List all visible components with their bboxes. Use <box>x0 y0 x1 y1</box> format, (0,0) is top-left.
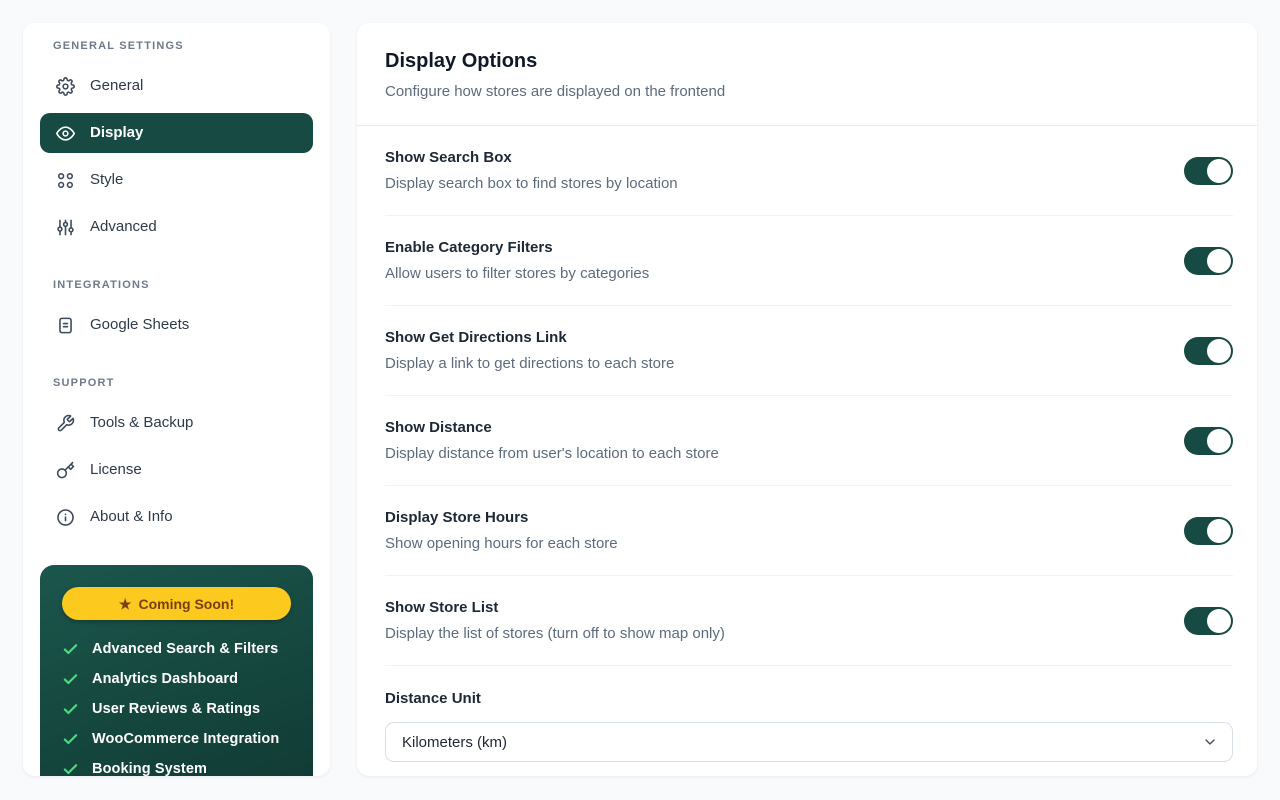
sidebar-section: GENERAL SETTINGS General Display Style A… <box>40 40 313 247</box>
sidebar-item-tools-backup[interactable]: Tools & Backup <box>40 403 313 443</box>
setting-row-show-get-directions-link: Show Get Directions Link Display a link … <box>357 306 1257 396</box>
grid-icon <box>55 170 75 190</box>
setting-row-display-store-hours: Display Store Hours Show opening hours f… <box>357 486 1257 576</box>
settings-sidebar: GENERAL SETTINGS General Display Style A… <box>23 23 330 776</box>
sliders-icon <box>55 217 75 237</box>
check-icon <box>62 671 79 688</box>
star-icon: ★ <box>118 595 132 612</box>
check-icon <box>62 641 79 658</box>
coming-soon-promo-card: ★ Coming Soon! Advanced Search & Filters… <box>40 565 313 776</box>
toggle-display-store-hours[interactable] <box>1184 517 1233 545</box>
sidebar-item-general[interactable]: General <box>40 66 313 106</box>
sidebar-section-heading: GENERAL SETTINGS <box>53 40 184 52</box>
page-title: Display Options <box>385 50 538 72</box>
toggle-knob <box>1207 339 1231 363</box>
tools-icon <box>55 413 75 433</box>
distance-unit-label: Distance Unit <box>385 690 481 707</box>
check-icon <box>62 701 79 718</box>
info-icon <box>55 507 75 527</box>
page-subtitle: Configure how stores are displayed on th… <box>385 83 726 100</box>
gear-icon <box>55 76 75 96</box>
promo-feature-item: Advanced Search & Filters <box>62 634 291 664</box>
setting-row-show-search-box: Show Search Box Display search box to fi… <box>357 126 1257 216</box>
promo-feature-item: Booking System <box>62 754 291 776</box>
chevron-down-icon <box>1202 734 1218 750</box>
setting-row-show-distance: Show Distance Display distance from user… <box>357 396 1257 486</box>
toggle-knob <box>1207 519 1231 543</box>
sidebar-item-style[interactable]: Style <box>40 160 313 200</box>
promo-feature-item: WooCommerce Integration <box>62 724 291 754</box>
eye-icon <box>55 123 75 143</box>
toggle-show-search-box[interactable] <box>1184 157 1233 185</box>
check-icon <box>62 761 79 777</box>
toggle-knob <box>1207 429 1231 453</box>
sidebar-item-about-info[interactable]: About & Info <box>40 497 313 537</box>
sidebar-item-google-sheets[interactable]: Google Sheets <box>40 305 313 345</box>
sidebar-item-display[interactable]: Display <box>40 113 313 153</box>
setting-row-enable-category-filters: Enable Category Filters Allow users to f… <box>357 216 1257 306</box>
check-icon <box>62 731 79 748</box>
toggle-show-distance[interactable] <box>1184 427 1233 455</box>
document-icon <box>55 315 75 335</box>
setting-row-show-store-list: Show Store List Display the list of stor… <box>357 576 1257 666</box>
toggle-enable-category-filters[interactable] <box>1184 247 1233 275</box>
settings-list: Show Search Box Display search box to fi… <box>357 126 1257 666</box>
coming-soon-badge-label: Coming Soon! <box>138 595 235 612</box>
distance-unit-value: Kilometers (km) <box>402 733 508 751</box>
sidebar-section-heading: INTEGRATIONS <box>53 279 150 291</box>
sidebar-section: SUPPORT Tools & Backup License About & I… <box>40 377 313 537</box>
display-options-panel: Display Options Configure how stores are… <box>357 23 1257 776</box>
key-icon <box>55 460 75 480</box>
promo-feature-list: Advanced Search & Filters Analytics Dash… <box>62 634 291 776</box>
sidebar-item-advanced[interactable]: Advanced <box>40 207 313 247</box>
sidebar-section: INTEGRATIONS Google Sheets <box>40 279 313 345</box>
toggle-knob <box>1207 159 1231 183</box>
toggle-knob <box>1207 609 1231 633</box>
sidebar-section-heading: SUPPORT <box>53 377 115 389</box>
distance-unit-section: Distance Unit Kilometers (km) <box>357 666 1257 762</box>
promo-feature-item: User Reviews & Ratings <box>62 694 291 724</box>
sidebar-nav: GENERAL SETTINGS General Display Style A… <box>40 40 313 537</box>
toggle-show-store-list[interactable] <box>1184 607 1233 635</box>
sidebar-item-license[interactable]: License <box>40 450 313 490</box>
promo-feature-item: Analytics Dashboard <box>62 664 291 694</box>
toggle-show-get-directions-link[interactable] <box>1184 337 1233 365</box>
distance-unit-select[interactable]: Kilometers (km) <box>385 722 1233 762</box>
toggle-knob <box>1207 249 1231 273</box>
coming-soon-badge: ★ Coming Soon! <box>62 587 291 620</box>
panel-header: Display Options Configure how stores are… <box>357 23 1257 126</box>
